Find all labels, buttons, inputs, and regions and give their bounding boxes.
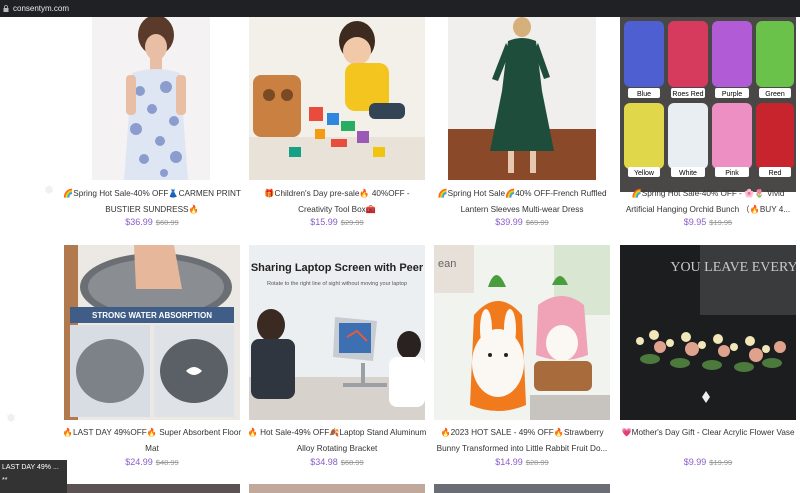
sale-price: $34.98	[310, 457, 338, 467]
product-image[interactable]: YOU LEAVE EVERY DAY	[620, 245, 796, 420]
toast-subtext: **	[2, 477, 8, 484]
sale-price: $15.99	[310, 217, 338, 227]
sale-price: $9.99	[683, 457, 707, 467]
original-price: $48.99	[155, 458, 179, 467]
sale-price: $39.99	[495, 217, 523, 227]
original-price: $19.95	[709, 218, 733, 227]
product-image[interactable]	[64, 17, 240, 192]
sale-price: $36.99	[125, 217, 153, 227]
price-row: $9.95 $19.95	[620, 217, 796, 227]
next-row-image[interactable]	[434, 484, 610, 493]
original-price: $60.99	[155, 218, 179, 227]
original-price: $69.99	[525, 218, 549, 227]
product-image[interactable]: Blue Roes Red Purple Green Yellow White …	[620, 17, 796, 192]
price-row: $36.99 $60.99	[64, 217, 240, 227]
original-price: $29.99	[340, 218, 364, 227]
product-image[interactable]: ean	[434, 245, 610, 420]
price-row: $15.99 $29.99	[249, 217, 425, 227]
orchid-label: Roes Red	[672, 91, 703, 98]
original-price: $19.99	[709, 458, 733, 467]
price-row: $9.99 $19.99	[620, 457, 796, 467]
product-image[interactable]	[249, 17, 425, 192]
product-image[interactable]: STRONG WATER ABSORPTION	[64, 245, 240, 420]
original-price: $68.99	[340, 458, 364, 467]
next-row-image[interactable]	[64, 484, 240, 493]
sale-toast-popup[interactable]: LAST DAY 49% ... **	[0, 460, 67, 493]
orchid-label: Purple	[722, 91, 742, 98]
lock-icon	[3, 5, 9, 12]
product-title[interactable]: 🔥2023 HOT SALE - 49% OFF🔥Strawberry Bunn…	[432, 425, 612, 457]
product-image[interactable]: Sharing Laptop Screen with Peer Rotate t…	[249, 245, 425, 420]
laptop-subheading: Rotate to the right line of sight withou…	[267, 281, 407, 287]
snowflake-icon: ❅	[44, 183, 55, 197]
price-row: $14.99 $28.99	[434, 457, 610, 467]
next-row-image[interactable]	[249, 484, 425, 493]
orchid-label: Yellow	[634, 170, 655, 177]
product-title[interactable]: 💗Mother's Day Gift - Clear Acrylic Flowe…	[618, 425, 798, 441]
price-row: $39.99 $69.99	[434, 217, 610, 227]
mat-banner-text: STRONG WATER ABSORPTION	[92, 311, 212, 320]
product-title[interactable]: 🔥 Hot Sale-49% OFF🍂Laptop Stand Aluminum…	[247, 425, 427, 457]
orchid-label: Red	[769, 170, 782, 177]
url-text: consentym.com	[13, 4, 70, 13]
snowflake-icon: ❅	[6, 411, 17, 425]
price-row: $24.99 $48.99	[64, 457, 240, 467]
product-title[interactable]: 🎁Children's Day pre-sale🔥 40%OFF - Creat…	[247, 186, 427, 218]
product-image[interactable]	[434, 17, 610, 192]
sign-text: ean	[438, 258, 456, 270]
price-row: $34.98 $68.99	[249, 457, 425, 467]
orchid-label: Blue	[637, 91, 651, 98]
product-title[interactable]: 🌈Spring Hot Sale-40% OFF - 🌸🌷 Vivid Arti…	[618, 186, 798, 218]
product-title[interactable]: 🌈Spring Hot Sale-40% OFF👗CARMEN PRINT BU…	[62, 186, 242, 218]
product-title[interactable]: 🌈Spring Hot Sale🌈40% OFF-French Ruffled …	[432, 186, 612, 218]
browser-address-bar[interactable]: consentym.com	[0, 0, 800, 17]
toast-text: LAST DAY 49% ...	[2, 464, 59, 471]
orchid-label: Green	[765, 91, 785, 98]
sale-price: $9.95	[683, 217, 707, 227]
sale-price: $14.99	[495, 457, 523, 467]
laptop-heading: Sharing Laptop Screen with Peer	[251, 262, 424, 274]
orchid-label: White	[679, 170, 697, 177]
product-grid: 🌈Spring Hot Sale-40% OFF👗CARMEN PRINT BU…	[0, 17, 800, 493]
sale-price: $24.99	[125, 457, 153, 467]
orchid-label: Pink	[725, 170, 739, 177]
original-price: $28.99	[525, 458, 549, 467]
vase-sign-text: YOU LEAVE EVERY DAY	[670, 260, 796, 275]
product-title[interactable]: 🔥LAST DAY 49%OFF🔥 Super Absorbent Floor …	[62, 425, 242, 457]
